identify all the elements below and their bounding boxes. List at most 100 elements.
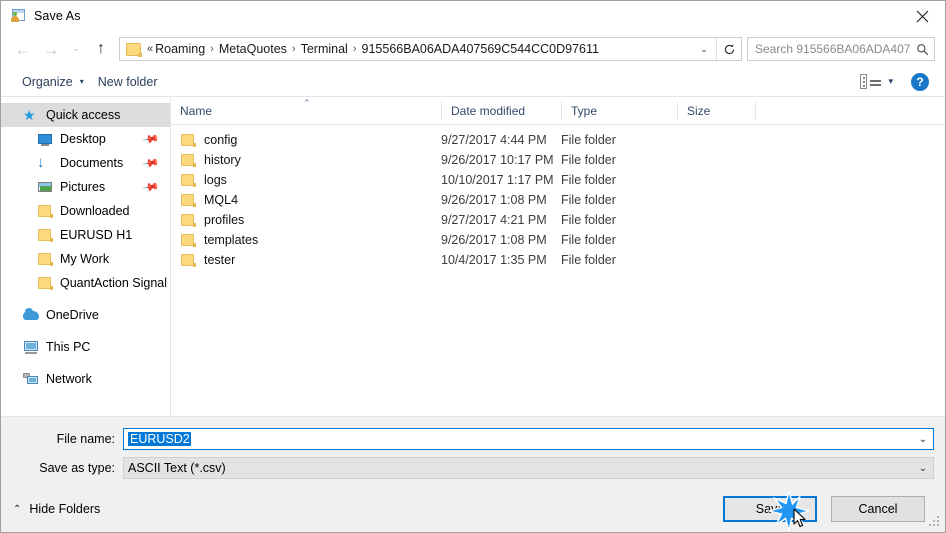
pin-icon: 📌 [141,179,160,197]
recent-locations-button[interactable]: ⌄ [65,36,87,62]
chevron-down-icon[interactable]: ⌄ [913,458,933,478]
file-name-label: logs [204,173,227,187]
pin-icon: 📌 [141,131,160,149]
view-options-icon[interactable] [860,73,882,90]
breadcrumb-item-terminal-id[interactable]: 915566BA06ADA407569C544CC0D97611 [362,42,599,56]
table-row[interactable]: config 9/27/2017 4:44 PM File folder [171,130,945,150]
breadcrumb-item-metaquotes[interactable]: MetaQuotes [219,42,287,56]
documents-icon: ↓ [37,154,45,171]
sidebar-item-desktop[interactable]: Desktop 📌 [1,127,170,151]
onedrive-icon [23,307,39,323]
refresh-icon[interactable] [717,38,741,60]
table-row[interactable]: history 9/26/2017 10:17 PM File folder [171,150,945,170]
cancel-button[interactable]: Cancel [831,496,925,522]
save-form: File name: EURUSD2 ⌄ Save as type: ASCII… [1,417,945,486]
breadcrumb-separator-icon[interactable]: › [205,43,219,55]
table-row[interactable]: templates 9/26/2017 1:08 PM File folder [171,230,945,250]
desktop-icon [37,131,53,147]
file-name-label: File name: [56,432,115,446]
file-name-value[interactable]: EURUSD2 [124,432,913,446]
save-as-type-select[interactable]: ASCII Text (*.csv) ⌄ [123,457,934,479]
folder-icon [180,192,196,208]
sidebar-item-pictures[interactable]: Pictures 📌 [1,175,170,199]
file-name-input[interactable]: EURUSD2 ⌄ [123,428,934,450]
breadcrumb-overflow-icon[interactable]: « [147,43,155,55]
chevron-down-icon[interactable]: ⌄ [913,429,933,449]
resize-grip[interactable] [929,516,941,528]
organize-button[interactable]: Organize ▾ [15,70,91,94]
sidebar-item-my-work[interactable]: My Work [1,247,170,271]
breadcrumb-item-terminal[interactable]: Terminal [301,42,348,56]
folder-icon [180,172,196,188]
sort-ascending-icon: ⌃ [303,98,311,108]
breadcrumb-separator-icon[interactable]: › [287,43,301,55]
up-button[interactable]: ↑ [87,36,115,62]
forward-button[interactable]: → [37,36,65,62]
star-icon: ★ [23,107,36,123]
file-name-cell: profiles [171,212,441,228]
file-name-cell: logs [171,172,441,188]
folder-icon [37,227,53,243]
table-row[interactable]: logs 10/10/2017 1:17 PM File folder [171,170,945,190]
table-row[interactable]: profiles 9/27/2017 4:21 PM File folder [171,210,945,230]
sidebar-item-label: OneDrive [46,308,99,322]
window-title: Save As [34,9,81,23]
help-icon[interactable]: ? [911,72,929,91]
file-name-label: config [204,133,238,147]
column-header-date-modified[interactable]: Date modified [441,101,561,120]
column-header-type[interactable]: Type [561,101,677,120]
hide-folders-button[interactable]: ⌃ Hide Folders [13,502,100,516]
folder-icon [37,203,53,219]
sidebar-item-downloaded[interactable]: Downloaded [1,199,170,223]
folder-icon [126,42,142,57]
chevron-down-icon[interactable]: ▾ [884,76,903,87]
search-icon[interactable] [910,38,934,60]
sidebar-item-onedrive[interactable]: OneDrive [1,303,170,327]
breadcrumb-item-roaming[interactable]: Roaming [155,42,205,56]
navigation-bar: ← → ⌄ ↑ « Roaming › MetaQuotes › Termina… [1,31,945,67]
chevron-down-icon[interactable]: ⌄ [692,38,716,60]
folder-icon [180,132,196,148]
sidebar-item-eurusd-h1[interactable]: EURUSD H1 [1,223,170,247]
sidebar-item-quantaction-signal[interactable]: QuantAction Signal [1,271,170,295]
sidebar-item-label: EURUSD H1 [60,228,133,242]
sidebar-item-documents[interactable]: ↓ Documents 📌 [1,151,170,175]
save-as-type-value: ASCII Text (*.csv) [128,461,226,475]
new-folder-button[interactable]: New folder [91,70,165,94]
file-date-cell: 10/10/2017 1:17 PM [441,173,554,187]
sidebar-item-network[interactable]: Network [1,367,170,391]
file-date-cell: 10/4/2017 1:35 PM [441,253,547,267]
mouse-cursor-icon [793,508,806,528]
save-button[interactable]: Save [723,491,817,531]
sidebar-item-label: This PC [46,340,91,354]
sidebar-item-this-pc[interactable]: This PC [1,335,170,359]
column-header-size[interactable]: Size [677,101,755,120]
file-type-cell: File folder [561,213,616,227]
search-box[interactable]: Search 915566BA06ADA40756... [747,37,935,61]
save-as-type-label: Save as type: [39,461,115,475]
save-as-type-row: Save as type: ASCII Text (*.csv) ⌄ [1,457,945,479]
sidebar-item-quick-access[interactable]: ★ Quick access [1,103,170,127]
network-icon [23,371,39,387]
folder-icon [37,251,53,267]
this-pc-icon [23,339,39,355]
file-name-label: profiles [204,213,245,227]
sidebar-item-label: Downloaded [60,204,130,218]
title-bar: Save As [1,1,945,31]
file-date-cell: 9/27/2017 4:21 PM [441,213,547,227]
file-name-selected-text: EURUSD2 [128,432,191,446]
address-bar[interactable]: « Roaming › MetaQuotes › Terminal › 9155… [119,37,742,61]
save-as-window-icon [10,8,26,24]
table-row[interactable]: tester 10/4/2017 1:35 PM File folder [171,250,945,270]
navigation-pane: ★ Quick access Desktop 📌 ↓ Documents 📌 P… [1,97,171,416]
back-button[interactable]: ← [9,36,37,62]
close-icon[interactable] [899,1,945,31]
save-as-dialog: Save As ← → ⌄ ↑ « Roaming › MetaQuotes ›… [0,0,946,533]
table-row[interactable]: MQL4 9/26/2017 1:08 PM File folder [171,190,945,210]
breadcrumb-separator-icon[interactable]: › [348,43,362,55]
folder-icon [180,212,196,228]
sidebar-item-label: Pictures [60,180,106,194]
sidebar-item-label: My Work [60,252,110,266]
file-name-label: templates [204,233,259,247]
search-input[interactable]: Search 915566BA06ADA40756... [748,42,910,56]
